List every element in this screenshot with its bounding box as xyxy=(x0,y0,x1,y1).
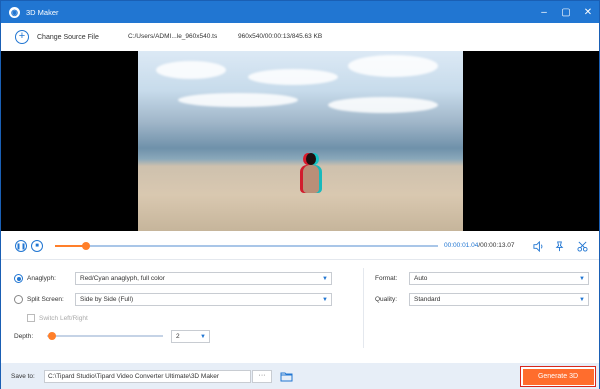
source-file-meta: 960x540/00:00:13/845.63 KB xyxy=(238,33,323,40)
video-preview xyxy=(1,51,599,231)
folder-icon[interactable] xyxy=(280,371,293,382)
chevron-down-icon: ▼ xyxy=(200,334,206,340)
split-screen-radio[interactable] xyxy=(14,295,23,304)
split-screen-select[interactable]: Side by Side (Full) ▼ xyxy=(75,293,332,306)
window-controls: – ▢ ✕ xyxy=(533,1,599,23)
window-title: 3D Maker xyxy=(26,7,59,17)
footer-bar: Save to: C:\Tipard Studio\Tipard Video C… xyxy=(1,363,599,389)
chevron-down-icon: ▼ xyxy=(322,297,328,303)
quality-label: Quality: xyxy=(375,296,398,303)
anaglyph-person xyxy=(300,153,322,195)
format-value: Auto xyxy=(414,275,428,282)
pin-icon[interactable] xyxy=(553,240,565,252)
person-body xyxy=(303,165,319,193)
cloud xyxy=(248,69,338,85)
stop-icon[interactable]: ■ xyxy=(31,240,43,252)
video-frame xyxy=(138,51,463,231)
change-source-file-button[interactable]: Change Source File xyxy=(37,34,99,41)
cloud xyxy=(348,55,438,77)
pause-icon[interactable]: ❚❚ xyxy=(15,240,27,252)
chevron-down-icon: ▼ xyxy=(579,276,585,282)
depth-stepper[interactable]: 2 ▼ xyxy=(171,330,210,343)
browse-button[interactable]: ··· xyxy=(252,370,272,383)
switch-left-right-label: Switch Left/Right xyxy=(39,315,88,322)
generate-3d-button[interactable]: Generate 3D xyxy=(522,368,594,385)
playback-controls: ❚❚ ■ 00:00:01.04/00:00:13.07 xyxy=(1,233,599,259)
source-file-path: C:/Users/ADMI...le_960x540.ts xyxy=(128,33,218,40)
cloud xyxy=(156,61,226,79)
minimize-icon[interactable]: – xyxy=(533,1,555,23)
current-time: 00:00:01.04 xyxy=(444,242,479,249)
source-file-bar: + Change Source File C:/Users/ADMI...le_… xyxy=(1,23,599,51)
depth-slider[interactable] xyxy=(47,332,163,340)
anaglyph-radio[interactable] xyxy=(14,274,23,283)
anaglyph-value: Red/Cyan anaglyph, full color xyxy=(80,275,165,282)
cloud xyxy=(328,97,438,113)
title-bar: ◉ 3D Maker – ▢ ✕ xyxy=(1,1,599,23)
add-icon[interactable]: + xyxy=(15,30,29,44)
depth-label: Depth: xyxy=(14,333,34,340)
chevron-down-icon: ▼ xyxy=(322,276,328,282)
generate-3d-button-frame: Generate 3D xyxy=(520,366,596,387)
3d-maker-window: ◉ 3D Maker – ▢ ✕ + Change Source File C:… xyxy=(0,0,600,389)
progress-bar[interactable] xyxy=(55,242,438,250)
quality-select[interactable]: Standard ▼ xyxy=(409,293,589,306)
anaglyph-select[interactable]: Red/Cyan anaglyph, full color ▼ xyxy=(75,272,332,285)
save-path-field[interactable]: C:\Tipard Studio\Tipard Video Converter … xyxy=(44,370,251,383)
quality-value: Standard xyxy=(414,296,441,303)
volume-icon[interactable] xyxy=(532,240,544,252)
format-select[interactable]: Auto ▼ xyxy=(409,272,589,285)
switch-left-right-checkbox[interactable] xyxy=(27,314,35,322)
close-icon[interactable]: ✕ xyxy=(577,1,599,23)
3d-maker-app-icon: ◉ xyxy=(9,6,20,18)
person-head xyxy=(306,153,316,165)
split-screen-value: Side by Side (Full) xyxy=(80,296,134,303)
save-to-label: Save to: xyxy=(11,373,35,380)
restore-icon[interactable]: ▢ xyxy=(555,1,577,23)
settings-divider xyxy=(363,268,364,348)
time-display: 00:00:01.04/00:00:13.07 xyxy=(444,242,515,249)
settings-panel: Anaglyph: Red/Cyan anaglyph, full color … xyxy=(1,260,599,363)
format-label: Format: xyxy=(375,275,398,282)
cut-icon[interactable] xyxy=(576,240,588,252)
split-screen-label: Split Screen: xyxy=(27,296,64,303)
depth-slider-thumb[interactable] xyxy=(48,332,57,340)
chevron-down-icon: ▼ xyxy=(579,297,585,303)
anaglyph-label: Anaglyph: xyxy=(27,275,56,282)
total-time: /00:00:13.07 xyxy=(478,242,515,249)
cloud xyxy=(178,93,298,107)
progress-thumb[interactable] xyxy=(81,242,90,250)
depth-value: 2 xyxy=(176,333,180,340)
